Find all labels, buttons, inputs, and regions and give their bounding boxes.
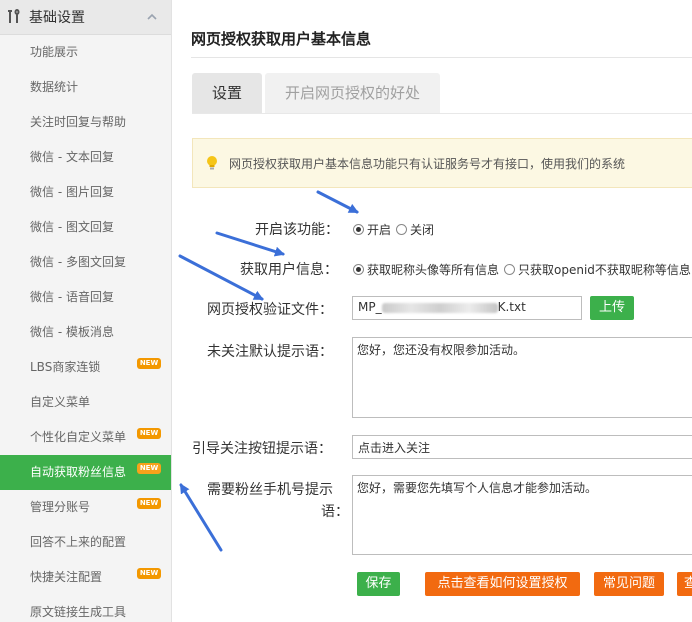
sidebar-item-label: LBS商家连锁 <box>30 360 101 374</box>
sidebar-item[interactable]: 微信 - 多图文回复 <box>0 245 171 280</box>
sidebar-item[interactable]: 原文链接生成工具 <box>0 595 171 622</box>
sidebar-item-label: 自动获取粉丝信息 <box>30 465 127 479</box>
sidebar-item[interactable]: LBS商家连锁 NEW <box>0 350 171 385</box>
more-button[interactable]: 查 <box>677 572 692 596</box>
sidebar-item[interactable]: 自定义菜单 <box>0 385 171 420</box>
phone-tip-label-line1: 需要粉丝手机号提示 <box>207 482 333 498</box>
sidebar-item-label: 自定义菜单 <box>30 395 91 409</box>
upload-button[interactable]: 上传 <box>590 296 634 320</box>
tab-divider <box>192 113 692 114</box>
userinfo-all-label: 获取昵称头像等所有信息 <box>367 263 500 277</box>
sidebar-item[interactable]: 关注时回复与帮助 <box>0 105 171 140</box>
verify-file-label: 网页授权验证文件： <box>207 302 333 318</box>
sidebar-item-label: 微信 - 文本回复 <box>30 150 114 164</box>
sidebar-item[interactable]: 回答不上来的配置 <box>0 525 171 560</box>
sidebar-item-label: 回答不上来的配置 <box>30 535 127 549</box>
phone-tip-textarea[interactable]: 您好，需要您先填写个人信息才能参加活动。 <box>352 475 692 555</box>
sidebar: 基础设置 功能展示数据统计关注时回复与帮助 微信 - 文本回复 微信 - 图片回复微… <box>0 0 172 622</box>
sidebar-item[interactable]: 微信 - 图片回复 <box>0 175 171 210</box>
userinfo-all-radio[interactable] <box>353 264 364 275</box>
tab-bar: 设置 开启网页授权的好处 <box>192 73 443 113</box>
sidebar-item-label: 快捷关注配置 <box>30 570 103 584</box>
sidebar-item-label: 管理分账号 <box>30 500 91 514</box>
sidebar-item-label: 微信 - 多图文回复 <box>30 255 126 269</box>
save-button[interactable]: 保存 <box>357 572 400 596</box>
follow-tip-input[interactable]: 点击进入关注 <box>352 435 692 459</box>
sidebar-item-label: 原文链接生成工具 <box>30 605 127 619</box>
new-badge: NEW <box>137 428 161 439</box>
sidebar-item[interactable]: 功能展示 <box>0 35 171 70</box>
sidebar-item[interactable]: 自动获取粉丝信息 NEW <box>0 455 171 490</box>
enable-off-label: 关闭 <box>410 223 435 237</box>
sidebar-item-label: 功能展示 <box>30 45 79 59</box>
userinfo-label: 获取用户信息： <box>240 262 338 278</box>
verify-file-input[interactable]: MP_ K.txt <box>352 296 582 320</box>
phone-tip-label-line2: 语： <box>321 504 349 520</box>
sidebar-item-label: 微信 - 图文回复 <box>30 220 114 234</box>
notice-text: 网页授权获取用户基本信息功能只有认证服务号才有接口，使用我们的系统 <box>229 156 626 171</box>
enable-on-label: 开启 <box>367 223 392 237</box>
enable-on-option[interactable]: 开启 <box>353 221 391 238</box>
main-content: 网页授权获取用户基本信息 设置 开启网页授权的好处 网页授权获取用户基本信息功能… <box>172 0 692 622</box>
sidebar-item[interactable]: 个性化自定义菜单 NEW <box>0 420 171 455</box>
new-badge: NEW <box>137 463 161 474</box>
chevron-up-icon[interactable] <box>146 11 158 23</box>
default-tip-textarea[interactable]: 您好，您还没有权限参加活动。 <box>352 337 692 418</box>
sidebar-item-label: 微信 - 模板消息 <box>30 325 114 339</box>
sidebar-item[interactable]: 数据统计 <box>0 70 171 105</box>
sidebar-item-label: 个性化自定义菜单 <box>30 430 127 444</box>
sidebar-section-title: 基础设置 <box>29 10 85 26</box>
lightbulb-icon <box>207 156 217 170</box>
sidebar-item-label: 微信 - 语音回复 <box>30 290 114 304</box>
userinfo-openid-option[interactable]: 只获取openid不获取昵称等信息 <box>504 261 691 278</box>
faq-button[interactable]: 常见问题 <box>594 572 664 596</box>
tab-benefits[interactable]: 开启网页授权的好处 <box>265 73 441 113</box>
redacted-text <box>381 302 498 313</box>
verify-file-suffix: K.txt <box>497 300 526 314</box>
sidebar-menu: 功能展示数据统计关注时回复与帮助 微信 - 文本回复 微信 - 图片回复 微信 - 图… <box>0 35 171 622</box>
enable-off-radio[interactable] <box>396 224 407 235</box>
sidebar-item-label: 微信 - 图片回复 <box>30 185 114 199</box>
sidebar-item[interactable]: 微信 - 模板消息 <box>0 315 171 350</box>
userinfo-openid-radio[interactable] <box>504 264 515 275</box>
sidebar-item[interactable]: 微信 - 文本回复 <box>0 140 171 175</box>
notice-banner: 网页授权获取用户基本信息功能只有认证服务号才有接口，使用我们的系统 <box>192 138 692 188</box>
verify-file-prefix: MP_ <box>358 300 382 314</box>
howto-button[interactable]: 点击查看如何设置授权 <box>425 572 580 596</box>
title-divider <box>191 57 692 58</box>
sidebar-item[interactable]: 微信 - 图文回复 <box>0 210 171 245</box>
userinfo-openid-label: 只获取openid不获取昵称等信息 <box>518 263 691 277</box>
default-tip-label: 未关注默认提示语： <box>207 344 333 360</box>
sidebar-item[interactable]: 快捷关注配置 NEW <box>0 560 171 595</box>
new-badge: NEW <box>137 358 161 369</box>
tab-settings[interactable]: 设置 <box>192 73 263 113</box>
userinfo-all-option[interactable]: 获取昵称头像等所有信息 <box>353 261 499 278</box>
sidebar-item[interactable]: 微信 - 语音回复 <box>0 280 171 315</box>
enable-on-radio[interactable] <box>353 224 364 235</box>
enable-label: 开启该功能： <box>255 222 339 238</box>
page-title: 网页授权获取用户基本信息 <box>191 30 372 48</box>
sidebar-section-header[interactable]: 基础设置 <box>0 0 171 35</box>
wrench-icon <box>8 9 20 23</box>
sidebar-item-label: 数据统计 <box>30 80 79 94</box>
sidebar-item[interactable]: 管理分账号 NEW <box>0 490 171 525</box>
new-badge: NEW <box>137 498 161 509</box>
sidebar-item-label: 关注时回复与帮助 <box>30 115 127 129</box>
follow-tip-label: 引导关注按钮提示语： <box>192 441 332 457</box>
enable-off-option[interactable]: 关闭 <box>396 221 434 238</box>
new-badge: NEW <box>137 568 161 579</box>
